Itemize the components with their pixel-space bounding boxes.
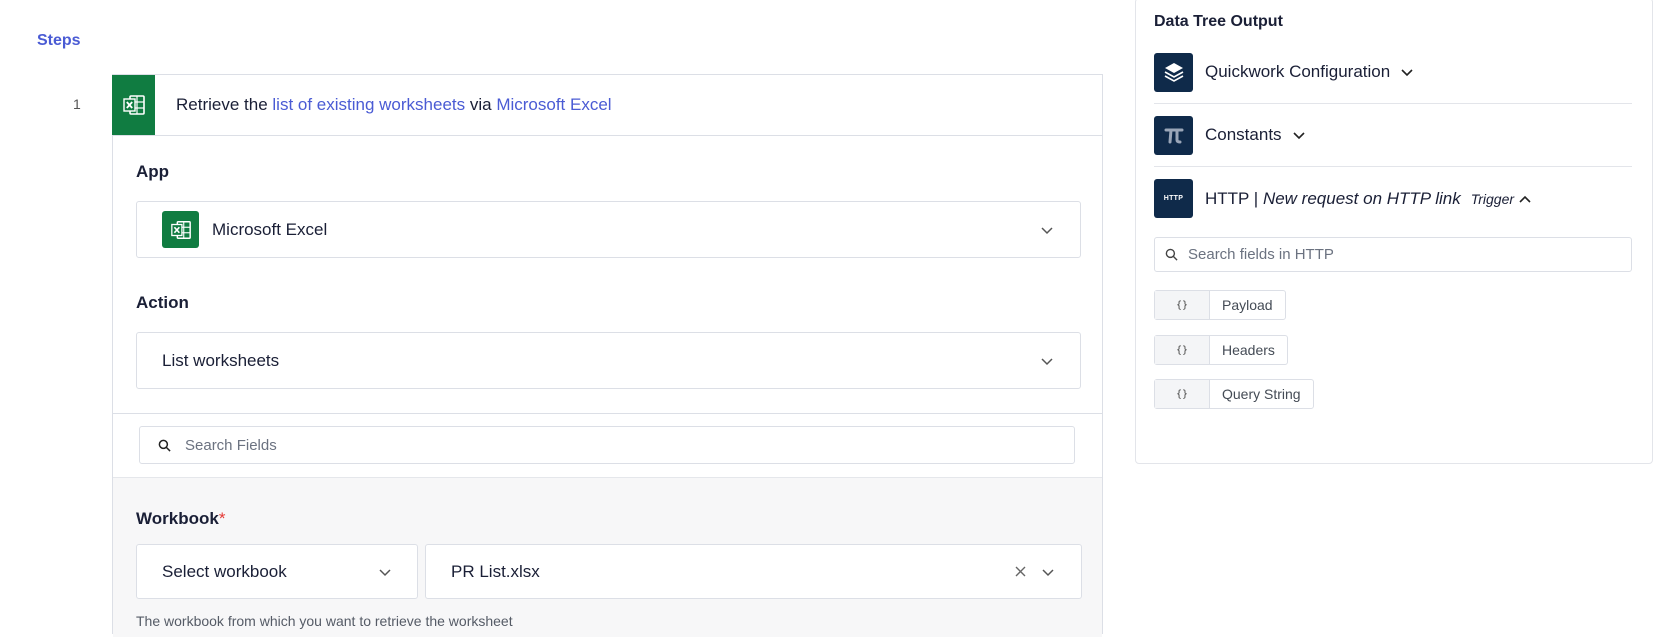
workbook-label-text: Workbook xyxy=(136,509,219,528)
excel-app-icon xyxy=(162,211,199,248)
http-search-input[interactable] xyxy=(1188,246,1387,263)
braces-icon: {} xyxy=(1155,336,1210,364)
chevron-down-icon[interactable] xyxy=(1041,565,1055,579)
app-select[interactable]: Microsoft Excel xyxy=(136,201,1081,258)
workbook-value: PR List.xlsx xyxy=(451,561,540,581)
field-pill-payload[interactable]: {} Payload xyxy=(1154,290,1286,320)
chevron-down-icon[interactable] xyxy=(1040,223,1054,237)
chevron-down-icon[interactable] xyxy=(1292,128,1306,142)
pi-icon xyxy=(1154,115,1193,155)
tree-node-label: Constants xyxy=(1205,125,1282,144)
chevron-down-icon[interactable] xyxy=(1400,65,1414,79)
field-pill-label: Payload xyxy=(1222,297,1273,313)
braces-icon: {} xyxy=(1155,380,1210,408)
field-pill-label: Query String xyxy=(1222,386,1301,402)
search-icon xyxy=(1165,248,1178,261)
tree-node-quickwork-configuration[interactable]: Quickwork Configuration xyxy=(1154,41,1632,104)
data-tree-panel: Data Tree Output Quickwork Configuration… xyxy=(1135,0,1653,464)
field-pill-label: Headers xyxy=(1222,342,1275,358)
worksheets-link[interactable]: list of existing worksheets xyxy=(272,95,465,114)
http-search-box[interactable] xyxy=(1154,237,1632,272)
field-pill-headers[interactable]: {} Headers xyxy=(1154,335,1288,365)
chevron-down-icon[interactable] xyxy=(1040,354,1054,368)
app-select-value: Microsoft Excel xyxy=(212,219,328,239)
data-tree-title: Data Tree Output xyxy=(1154,13,1283,30)
action-select[interactable]: List worksheets xyxy=(136,332,1081,389)
step-header[interactable]: Retrieve the list of existing worksheets… xyxy=(112,75,1102,136)
step-title-middle: via xyxy=(465,95,497,114)
step-card: Retrieve the list of existing worksheets… xyxy=(112,74,1103,637)
search-fields-box[interactable] xyxy=(139,426,1075,464)
workbook-mode-value: Select workbook xyxy=(162,561,287,581)
field-pill-query-string[interactable]: {} Query String xyxy=(1154,379,1314,409)
http-icon-text: HTTP xyxy=(1163,195,1184,202)
workbook-help-text: The workbook from which you want to retr… xyxy=(136,613,513,629)
tree-node-constants[interactable]: Constants xyxy=(1154,104,1632,167)
http-label-main: HTTP | xyxy=(1205,188,1263,208)
chevron-up-icon[interactable] xyxy=(1518,192,1532,206)
search-icon xyxy=(158,439,171,452)
http-label-trigger-name: New request on HTTP link xyxy=(1262,188,1461,208)
step-title-prefix: Retrieve the xyxy=(176,95,273,114)
layers-icon xyxy=(1154,52,1193,92)
workbook-label: Workbook* xyxy=(136,509,225,529)
tree-node-label: HTTP | New request on HTTP link xyxy=(1205,189,1461,209)
app-label: App xyxy=(136,162,170,181)
tree-node-http[interactable]: HTTP HTTP | New request on HTTP link Tri… xyxy=(1154,167,1632,230)
trigger-badge: Trigger xyxy=(1470,190,1515,207)
clear-icon[interactable] xyxy=(1014,565,1027,578)
chevron-down-icon[interactable] xyxy=(378,565,392,579)
required-marker: * xyxy=(218,509,226,528)
step-title: Retrieve the list of existing worksheets… xyxy=(176,95,612,115)
action-label: Action xyxy=(136,293,189,312)
workbook-select[interactable]: PR List.xlsx xyxy=(425,544,1082,599)
step-number: 1 xyxy=(73,96,81,112)
action-select-value: List worksheets xyxy=(162,350,280,370)
braces-icon: {} xyxy=(1155,291,1210,319)
tree-node-label: Quickwork Configuration xyxy=(1205,62,1391,81)
search-fields-input[interactable] xyxy=(185,436,384,454)
steps-heading: Steps xyxy=(37,32,81,49)
workbook-section: Workbook* Select workbook PR List.xlsx T… xyxy=(113,477,1102,637)
app-link[interactable]: Microsoft Excel xyxy=(496,95,611,114)
excel-icon xyxy=(112,75,155,135)
section-divider xyxy=(113,413,1102,414)
workbook-mode-select[interactable]: Select workbook xyxy=(136,544,418,599)
http-icon: HTTP xyxy=(1154,179,1193,218)
